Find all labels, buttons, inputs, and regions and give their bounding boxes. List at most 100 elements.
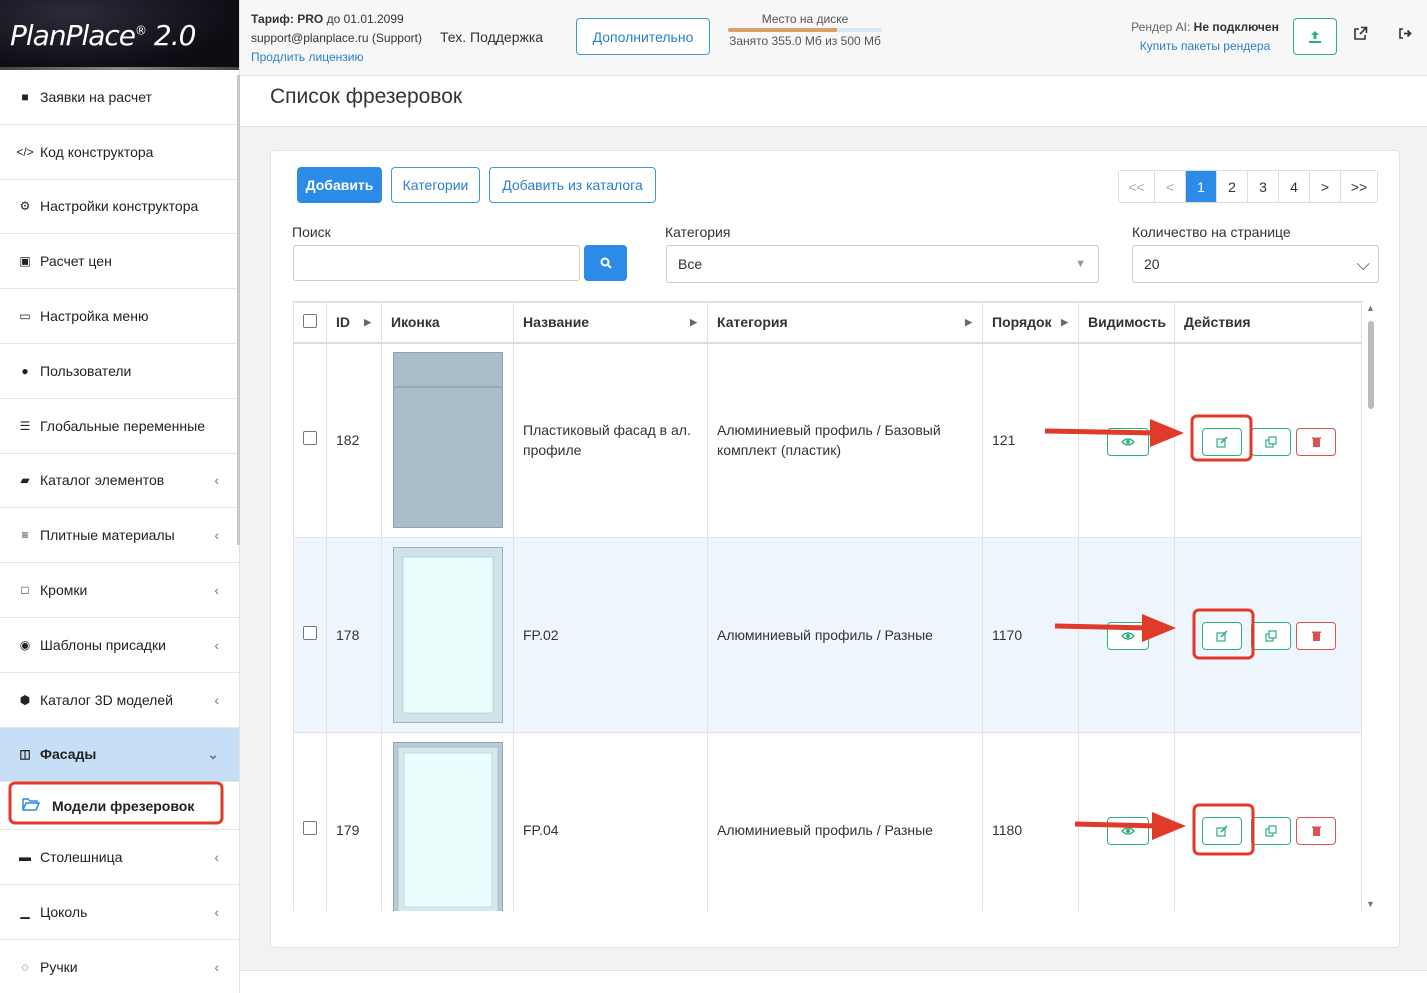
renew-license-link[interactable]: Продлить лицензию: [251, 50, 363, 64]
add-button[interactable]: Добавить: [297, 167, 382, 203]
chevron-icon: ‹: [214, 636, 219, 653]
search-button[interactable]: [584, 245, 627, 281]
milling-thumbnail: [393, 547, 503, 723]
sidebar-item[interactable]: ⬢ Каталог 3D моделей ‹: [0, 673, 239, 728]
table-scrollbar[interactable]: ▲ ▼: [1365, 303, 1377, 909]
chevron-icon: ‹: [214, 849, 219, 866]
sidebar-item[interactable]: ▰ Каталог элементов ‹: [0, 454, 239, 509]
row-actions-cell: [1174, 537, 1362, 733]
sidebar-scrollbar[interactable]: [237, 75, 240, 545]
category-select[interactable]: Все ▼: [666, 245, 1099, 283]
pager-prev[interactable]: <: [1154, 171, 1185, 202]
sidebar-item[interactable]: </> Код конструктора: [0, 125, 239, 180]
sidebar-item[interactable]: ● Пользователи: [0, 344, 239, 399]
sidebar-item-label: Столешница: [40, 849, 123, 866]
sidebar-item[interactable]: ◉ Шаблоны присадки ‹: [0, 618, 239, 673]
column-header-category[interactable]: Категория ▶: [707, 302, 983, 344]
row-checkbox[interactable]: [303, 431, 317, 446]
row-checkbox[interactable]: [303, 626, 317, 640]
support-link[interactable]: Тех. Поддержка: [440, 29, 543, 45]
sidebar: PlanPlace® 2.0 ■ Заявки на расчет </> Код к…: [0, 0, 240, 993]
buy-render-link[interactable]: Купить пакеты рендера: [1140, 39, 1271, 53]
search-input[interactable]: [293, 245, 580, 281]
pager-page-3[interactable]: 3: [1247, 171, 1278, 202]
sidebar-item[interactable]: ◫ Фасады ⌄: [0, 727, 239, 783]
row-category: Алюминиевый профиль / Разные: [707, 537, 983, 733]
sidebar-item-label: Кромки: [40, 582, 88, 599]
sidebar-item[interactable]: ▭ Настройка меню: [0, 289, 239, 344]
visibility-toggle-button[interactable]: [1107, 427, 1149, 456]
sidebar-item-label: Шаблоны присадки: [40, 636, 166, 653]
render-status: Рендер AI: Не подключен Купить пакеты ре…: [1131, 20, 1279, 53]
sidebar-item[interactable]: □ Кромки ‹: [0, 563, 239, 618]
row-order: 1170: [982, 537, 1079, 733]
select-all-cell: [293, 302, 327, 344]
row-icon-cell: [381, 732, 514, 911]
sidebar-item-label: Пользователи: [40, 362, 132, 379]
row-select-cell: [293, 342, 327, 538]
sidebar-item-icon: ▰: [20, 473, 30, 488]
table-row[interactable]: 179 FP.04 Алюминиевый профиль / Разные 1180: [293, 732, 1362, 911]
pager-first[interactable]: <<: [1119, 171, 1154, 202]
disk-usage: Место на диске Занято 355.0 Мб из 500 Мб: [728, 12, 882, 48]
scroll-down-icon[interactable]: ▼: [1366, 899, 1375, 909]
folder-open-icon: [22, 797, 41, 815]
table-row[interactable]: 182 Пластиковый фасад в ал. профиле Алюмин…: [293, 342, 1362, 538]
logout-icon[interactable]: [1398, 26, 1413, 46]
sidebar-item[interactable]: ⚙ Настройки конструктора: [0, 180, 239, 235]
sidebar-item[interactable]: ■ Заявки на расчет: [0, 70, 239, 125]
chevron-down-icon: ⌵: [1356, 253, 1370, 274]
delete-button[interactable]: [1296, 622, 1336, 650]
sidebar-item[interactable]: ☰ Глобальные переменные: [0, 399, 239, 454]
more-button[interactable]: Дополнительно: [576, 18, 710, 55]
visibility-toggle-button[interactable]: [1107, 622, 1149, 650]
disk-label: Место на диске: [761, 12, 849, 26]
sidebar-item[interactable]: ≡ Плитные материалы ‹: [0, 508, 239, 564]
sidebar-nav: ■ Заявки на расчет </> Код конструктора ⚙ Нас…: [0, 70, 239, 993]
column-header-name[interactable]: Название ▶: [513, 302, 708, 344]
column-header-icon: Иконка: [381, 302, 514, 344]
edit-button[interactable]: [1202, 427, 1242, 456]
sidebar-item-label: Цоколь: [40, 904, 88, 921]
sidebar-item[interactable]: ▬ Столешница ‹: [0, 830, 239, 886]
categories-button[interactable]: Категории: [391, 167, 480, 203]
disk-used-text: Занято 355.0 Мб из 500 Мб: [729, 34, 881, 48]
sidebar-item[interactable]: ◌ Ручки ‹: [0, 940, 239, 993]
scroll-up-icon[interactable]: ▲: [1366, 303, 1375, 313]
copy-button[interactable]: [1251, 427, 1291, 456]
column-header-id[interactable]: ID ▶: [326, 302, 382, 344]
row-name: FP.02: [513, 537, 708, 733]
external-link-icon[interactable]: [1353, 26, 1368, 46]
visibility-toggle-button[interactable]: [1107, 817, 1149, 845]
row-id: 178: [326, 537, 382, 733]
column-header-order[interactable]: Порядок ▶: [982, 302, 1079, 344]
scrollbar-thumb[interactable]: [1368, 321, 1374, 409]
edit-button[interactable]: [1202, 622, 1242, 650]
edit-button[interactable]: [1202, 817, 1242, 845]
pager-next[interactable]: >: [1309, 171, 1340, 202]
sidebar-subitem-milling-models[interactable]: Модели фрезеровок: [0, 782, 239, 831]
upload-button[interactable]: [1293, 18, 1337, 55]
sidebar-item[interactable]: ▣ Расчет цен: [0, 234, 239, 290]
delete-button[interactable]: [1296, 427, 1336, 456]
copy-button[interactable]: [1251, 817, 1291, 845]
chevron-icon: ‹: [214, 527, 219, 544]
delete-button[interactable]: [1296, 817, 1336, 845]
per-page-select[interactable]: 20 ⌵: [1132, 245, 1379, 283]
select-all-checkbox[interactable]: [303, 313, 317, 328]
row-checkbox[interactable]: [303, 821, 317, 835]
pager-last[interactable]: >>: [1340, 171, 1377, 202]
sidebar-item[interactable]: ▁ Цоколь ‹: [0, 885, 239, 940]
pager-page-4[interactable]: 4: [1278, 171, 1309, 202]
sidebar-item-label: Настройка меню: [40, 308, 149, 325]
chevron-icon: ‹: [214, 691, 219, 708]
table-row[interactable]: 178 FP.02 Алюминиевый профиль / Разные 1170: [293, 537, 1362, 733]
logo[interactable]: PlanPlace® 2.0: [0, 0, 239, 70]
sidebar-item-icon: ◫: [19, 747, 31, 762]
copy-button[interactable]: [1251, 622, 1291, 650]
sidebar-item-icon: ●: [21, 363, 29, 378]
chevron-icon: ‹: [214, 472, 219, 489]
pager-page-1[interactable]: 1: [1185, 171, 1216, 202]
pager-page-2[interactable]: 2: [1216, 171, 1247, 202]
add-from-catalog-button[interactable]: Добавить из каталога: [489, 167, 656, 203]
